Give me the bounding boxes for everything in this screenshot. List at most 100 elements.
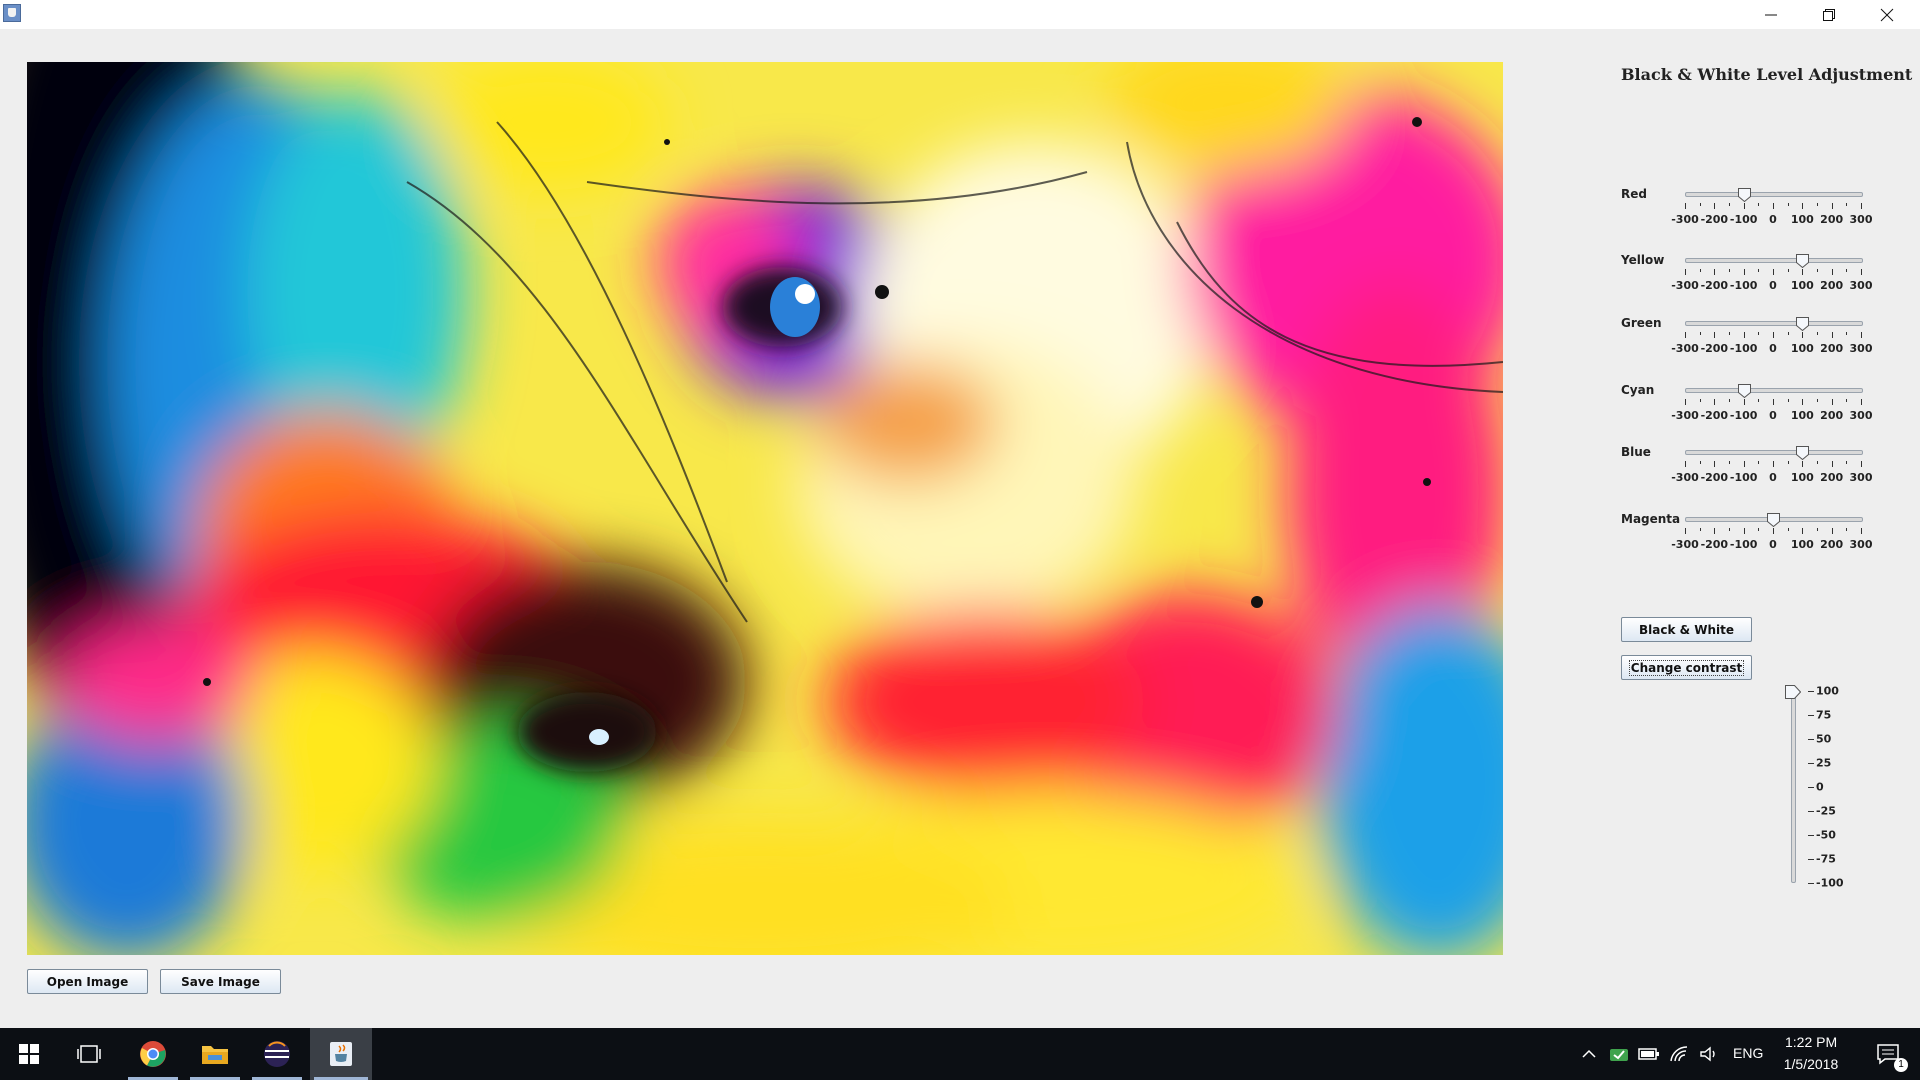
tick-mark: [1758, 332, 1760, 335]
close-icon: [1880, 8, 1894, 21]
tick-label: -300: [1671, 342, 1699, 355]
slider-track[interactable]: [1685, 384, 1863, 399]
tick-mark: [1808, 859, 1814, 860]
windows-start-icon: [19, 1044, 39, 1064]
slider-tick-labels: -300 -200 -100 0 100 200 300: [1671, 213, 1872, 227]
file-explorer-taskbar-button[interactable]: [186, 1028, 244, 1080]
tick-mark: [1758, 399, 1760, 402]
save-image-button[interactable]: Save Image: [160, 969, 281, 994]
tick-label: -200: [1700, 538, 1729, 551]
notification-badge: 1: [1894, 1058, 1908, 1072]
tick-mark: [1808, 811, 1814, 812]
tick-mark: [1685, 332, 1686, 338]
volume-tray-button[interactable]: [1696, 1028, 1722, 1080]
tick-label: 300: [1849, 538, 1873, 551]
tick-mark: [1846, 332, 1848, 335]
language-indicator[interactable]: ENG: [1733, 1045, 1763, 1061]
battery-tray-button[interactable]: [1636, 1028, 1662, 1080]
tick-label: 0: [1769, 342, 1777, 355]
tick-mark: [1773, 399, 1774, 405]
tick-label: 200: [1820, 279, 1844, 292]
tick-mark: [1773, 332, 1774, 338]
start-button[interactable]: [0, 1028, 58, 1080]
tick-mark: [1846, 461, 1848, 464]
slider-label: Blue: [1621, 445, 1651, 459]
tick-label: 0: [1769, 538, 1777, 551]
tick-mark: [1808, 763, 1814, 764]
tick-label: 100: [1790, 538, 1814, 551]
tick-label: 200: [1820, 538, 1844, 551]
tick-mark: [1699, 399, 1701, 402]
slider-thumb[interactable]: [1737, 187, 1751, 203]
task-view-icon: [77, 1045, 101, 1063]
slider-ticks: [1685, 332, 1862, 340]
contrast-slider-thumb[interactable]: [1785, 684, 1802, 699]
security-tray-button[interactable]: [1606, 1028, 1632, 1080]
slider-ticks: [1685, 203, 1862, 211]
slider-track[interactable]: [1685, 513, 1863, 528]
restore-button[interactable]: [1800, 0, 1858, 29]
slider-thumb[interactable]: [1796, 445, 1810, 461]
slider-yellow: Yellow -300 -200 -100 0 100 200 300: [1621, 253, 1881, 313]
colorful-portrait-image: [27, 62, 1503, 955]
contrast-tick-label: 0: [1816, 780, 1824, 794]
tick-label: -200: [1700, 471, 1729, 484]
tick-mark: [1808, 715, 1814, 716]
network-tray-button[interactable]: [1666, 1028, 1692, 1080]
slider-track[interactable]: [1685, 254, 1863, 269]
tick-mark: [1743, 399, 1745, 405]
tick-mark: [1685, 399, 1686, 405]
image-display: [27, 62, 1503, 955]
tick-mark: [1802, 332, 1804, 338]
tick-mark: [1743, 332, 1745, 338]
tick-label: 300: [1849, 342, 1873, 355]
slider-track[interactable]: [1685, 188, 1863, 203]
tick-label: 100: [1790, 342, 1814, 355]
contrast-slider[interactable]: 100 75 50 25 0 -25 -50 -75 -100: [1785, 683, 1876, 890]
tick-mark: [1817, 399, 1818, 402]
tick-label: 100: [1790, 471, 1814, 484]
chevron-up-icon: [1582, 1049, 1596, 1058]
tick-mark: [1817, 203, 1818, 206]
tick-label: -300: [1671, 213, 1699, 226]
slider-label: Red: [1621, 187, 1647, 201]
task-view-button[interactable]: [60, 1028, 118, 1080]
contrast-slider-track[interactable]: [1791, 689, 1796, 883]
open-image-button[interactable]: Open Image: [27, 969, 148, 994]
tick-mark: [1831, 399, 1833, 405]
clock-time[interactable]: 1:22 PM: [1785, 1034, 1837, 1050]
java-app-icon[interactable]: [3, 4, 21, 22]
minimize-button[interactable]: [1742, 0, 1800, 29]
slider-thumb[interactable]: [1796, 253, 1810, 269]
slider-track[interactable]: [1685, 446, 1863, 461]
tick-mark: [1743, 203, 1745, 209]
tick-label: -200: [1700, 409, 1729, 422]
change-contrast-label: Change contrast: [1628, 659, 1745, 676]
tick-mark: [1831, 528, 1833, 534]
slider-track[interactable]: [1685, 317, 1863, 332]
tick-label: 300: [1849, 409, 1873, 422]
close-button[interactable]: [1858, 0, 1916, 29]
slider-tick-labels: -300 -200 -100 0 100 200 300: [1671, 409, 1872, 423]
change-contrast-button[interactable]: Change contrast: [1621, 655, 1752, 680]
slider-thumb[interactable]: [1737, 383, 1751, 399]
tick-label: 200: [1820, 471, 1844, 484]
tick-label: 200: [1820, 342, 1844, 355]
tick-mark: [1817, 269, 1818, 272]
slider-tick-labels: -300 -200 -100 0 100 200 300: [1671, 279, 1872, 293]
java-app-taskbar-button[interactable]: [310, 1028, 372, 1080]
volume-icon: [1700, 1046, 1715, 1062]
slider-thumb[interactable]: [1796, 316, 1810, 332]
tick-mark: [1743, 461, 1745, 467]
chrome-taskbar-button[interactable]: [124, 1028, 182, 1080]
show-hidden-icons-button[interactable]: [1576, 1028, 1602, 1080]
tick-mark: [1787, 528, 1789, 531]
clock-date[interactable]: 1/5/2018: [1780, 1056, 1842, 1072]
action-center-button[interactable]: 1: [1864, 1028, 1914, 1080]
tick-mark: [1787, 461, 1789, 464]
eclipse-taskbar-button[interactable]: [248, 1028, 306, 1080]
black-white-button[interactable]: Black & White: [1621, 617, 1752, 642]
restore-icon: [1823, 8, 1835, 21]
tick-label: -100: [1729, 342, 1758, 355]
slider-thumb[interactable]: [1767, 512, 1780, 528]
